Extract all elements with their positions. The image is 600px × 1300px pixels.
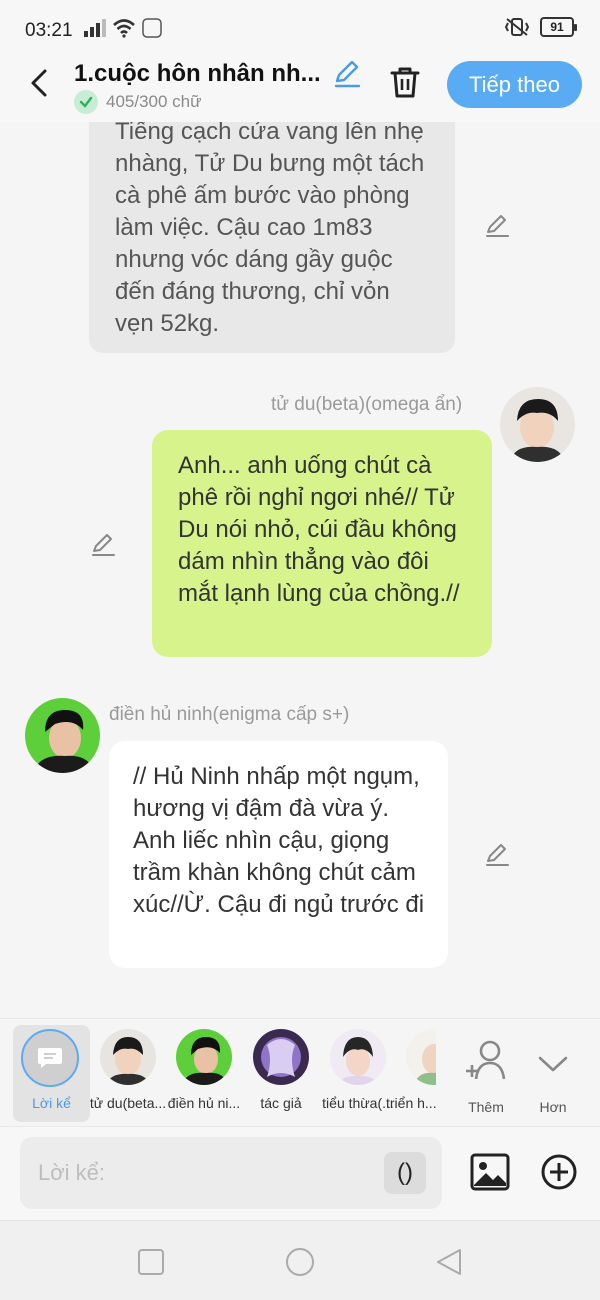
navigation-bar	[0, 1220, 600, 1300]
status-time: 03:21	[25, 20, 73, 41]
more-label: Hơn	[539, 1099, 567, 1115]
battery-icon: 91	[540, 17, 577, 37]
header: 1.cuộc hôn nhân nh... 405/300 chữ Tiếp t…	[0, 60, 600, 122]
input-box: ()	[20, 1137, 442, 1209]
speaker-name: điền hủ ninh(enigma cấp s+)	[109, 704, 350, 725]
character-item[interactable]: triển h...	[386, 1019, 436, 1119]
narration-selector[interactable]: Lời kể	[13, 1025, 90, 1122]
image-icon[interactable]	[470, 1152, 510, 1192]
character-label: tác giả	[260, 1095, 302, 1111]
wifi-icon	[113, 19, 135, 38]
input-area: ()	[0, 1126, 600, 1220]
page-title[interactable]: 1.cuộc hôn nhân nh...	[74, 60, 330, 88]
battery-level: 91	[550, 20, 564, 34]
message-input[interactable]	[38, 1155, 378, 1191]
character-label: điền hủ ni...	[167, 1095, 241, 1111]
chevron-left-icon	[31, 69, 47, 97]
character-label: tử du(beta...	[89, 1095, 167, 1111]
avatar	[406, 1029, 436, 1085]
parentheses-button[interactable]: ()	[384, 1152, 426, 1194]
notification-icon	[142, 18, 162, 38]
speaker-name: tử du(beta)(omega ẩn)	[271, 394, 463, 415]
add-icon[interactable]	[540, 1153, 578, 1191]
add-label: Thêm	[468, 1099, 504, 1115]
character-item[interactable]: tử du(beta...	[88, 1019, 168, 1119]
avatar[interactable]	[500, 387, 575, 462]
avatar	[176, 1029, 232, 1085]
message-icon	[38, 1048, 62, 1068]
chat-area[interactable]: Tiếng cạch cửa vang lên nhẹ nhàng, Tử Du…	[0, 122, 600, 1018]
character-item[interactable]: điền hủ ni...	[164, 1019, 244, 1119]
back-triangle-icon[interactable]	[434, 1247, 464, 1277]
edit-icon[interactable]	[484, 212, 510, 238]
trash-icon[interactable]	[387, 64, 423, 100]
signal-icon	[84, 19, 106, 37]
back-button[interactable]	[22, 66, 56, 100]
more-button[interactable]: Hơn	[523, 1027, 583, 1117]
next-button[interactable]: Tiếp theo	[447, 61, 582, 108]
status-bar: 03:21 91	[0, 0, 600, 60]
character-item[interactable]: tác giả	[241, 1019, 321, 1119]
avatar	[100, 1029, 156, 1085]
chevron-down-icon	[538, 1056, 568, 1072]
narration-label: Lời kể	[32, 1095, 71, 1111]
message-bubble-left[interactable]: // Hủ Ninh nhấp một ngụm, hương vị đậm đ…	[109, 741, 448, 968]
home-icon[interactable]	[285, 1247, 315, 1277]
message-bubble-right[interactable]: Anh... anh uống chút cà phê rồi nghỉ ngơ…	[152, 430, 492, 657]
check-icon	[74, 90, 98, 114]
add-person-icon	[466, 1040, 506, 1080]
edit-icon[interactable]	[484, 841, 510, 867]
avatar[interactable]	[25, 698, 100, 773]
edit-icon[interactable]	[90, 531, 116, 557]
avatar	[253, 1029, 309, 1085]
avatar	[330, 1029, 386, 1085]
recent-apps-icon[interactable]	[136, 1247, 166, 1277]
edit-title-icon[interactable]	[332, 58, 362, 88]
vibrate-icon	[504, 18, 530, 36]
character-label: triển h...	[386, 1095, 436, 1111]
char-count: 405/300 chữ	[106, 92, 202, 111]
character-bar: Lời kể tử du(beta... điền hủ ni... tác g…	[0, 1018, 600, 1126]
add-character-button[interactable]: Thêm	[456, 1027, 516, 1117]
narration-bubble[interactable]: Tiếng cạch cửa vang lên nhẹ nhàng, Tử Du…	[89, 122, 455, 353]
